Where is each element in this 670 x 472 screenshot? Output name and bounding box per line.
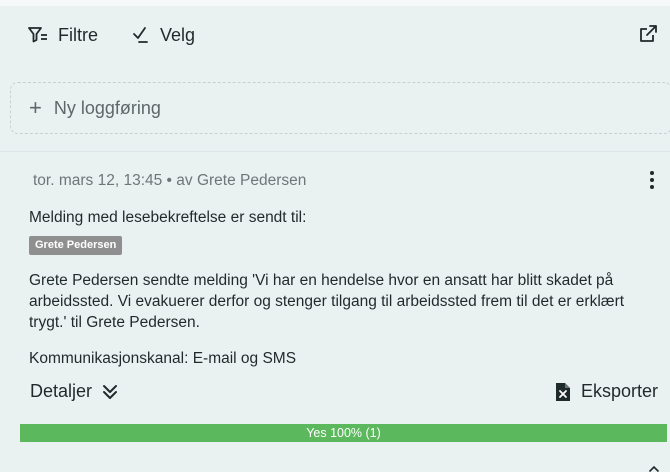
log-entry: tor. mars 12, 13:45 • av Grete Pedersen … <box>0 152 670 472</box>
filter-button[interactable]: Filtre <box>28 20 98 50</box>
filter-icon <box>28 27 47 43</box>
toolbar: Filtre Velg <box>0 6 670 64</box>
message-text: Grete Pedersen sendte melding 'Vi har en… <box>29 272 625 331</box>
more-vertical-icon <box>650 171 654 175</box>
details-label: Detaljer <box>30 381 93 401</box>
details-button[interactable]: Detaljer <box>30 381 118 402</box>
export-label: Eksporter <box>580 381 658 401</box>
external-link-icon <box>640 25 657 42</box>
check-icon <box>133 27 148 43</box>
export-button[interactable]: Eksporter <box>555 381 658 402</box>
double-chevron-down-icon <box>103 384 118 399</box>
progress-label: Yes 100% (1) <box>306 426 381 440</box>
select-button[interactable]: Velg <box>132 20 195 50</box>
more-vertical-icon <box>650 185 654 189</box>
entry-meta: tor. mars 12, 13:45 • av Grete Pedersen <box>33 172 307 189</box>
response-progress-bar: Yes 100% (1) <box>20 424 667 442</box>
read-receipt-text: Melding med lesebekreftelse er sendt til… <box>29 209 307 226</box>
new-log-entry-label: Ny loggføring <box>53 97 161 118</box>
recipient-badge: Grete Pedersen <box>29 236 123 255</box>
new-log-entry-button[interactable]: + Ny loggføring <box>10 82 670 134</box>
plus-icon: + <box>29 95 42 120</box>
channel-text: Kommunikasjonskanal: E-mail og SMS <box>29 350 297 367</box>
entry-menu-button[interactable] <box>644 170 660 190</box>
more-vertical-icon <box>650 178 654 182</box>
file-export-icon <box>555 382 570 401</box>
select-label: Velg <box>160 24 196 45</box>
open-external-button[interactable] <box>638 24 660 46</box>
chevron-up-icon <box>649 465 659 472</box>
filter-label: Filtre <box>58 24 98 45</box>
